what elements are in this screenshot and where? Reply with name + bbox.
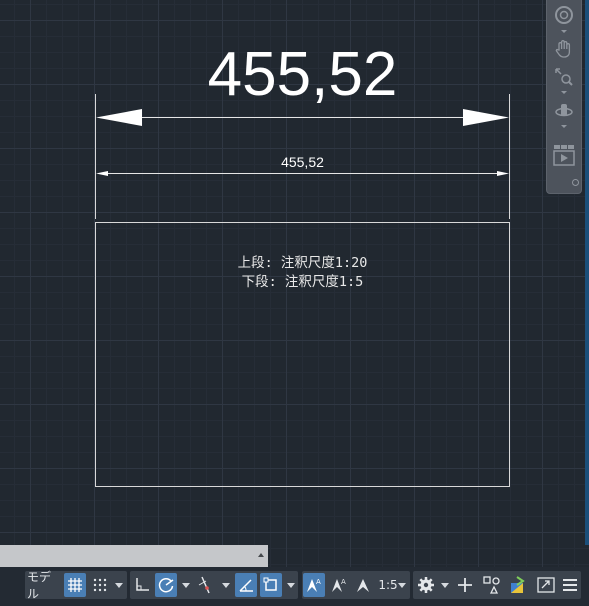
zoom-icon[interactable] [551,65,577,89]
navigation-bar [546,0,582,194]
arrowhead-large-left [96,109,142,126]
dimension-text-small: 455,52 [281,154,324,170]
isodraft-icon[interactable] [194,573,216,597]
arrowhead-small-right [497,171,509,176]
annotation-scale-value[interactable]: 1:5 [377,573,399,597]
viewport-border [585,0,589,545]
auto-scale-icon[interactable]: A [328,573,350,597]
note-line-upper: 上段: 注釈尺度1:20 [237,255,368,271]
annotation-visibility-icon[interactable]: A [303,573,325,597]
isodraft-dropdown-icon[interactable] [222,583,230,588]
command-history-toggle-icon[interactable] [258,553,264,557]
annotation-scale-dropdown-icon[interactable] [398,583,406,588]
svg-text:A: A [341,578,346,586]
arrowhead-small-left [96,171,108,176]
customization-menu-icon[interactable] [559,573,581,597]
orbit-dropdown-icon[interactable] [561,125,567,128]
polar-tracking-icon[interactable] [155,573,177,597]
orbit-icon[interactable] [551,99,577,123]
steering-wheel-dropdown-icon[interactable] [561,30,567,33]
command-line[interactable] [0,545,268,568]
status-bar: モデル A A 1:5 [0,567,589,606]
annotation-monitor-icon[interactable] [454,573,476,597]
hardware-acceleration-icon[interactable] [507,573,531,597]
workspace-dropdown-icon[interactable] [441,583,449,588]
arrowhead-large-right [463,109,509,126]
isolate-objects-icon[interactable] [481,573,503,597]
model-space-button[interactable]: モデル [27,570,61,601]
model-space-canvas[interactable]: 455,52 455,52 上段: 注釈尺度1:20 下段: 注釈尺度1:5 [0,0,589,545]
object-snap-dropdown-icon[interactable] [287,583,295,588]
polar-dropdown-icon[interactable] [182,583,190,588]
steering-wheel-icon[interactable] [551,3,577,27]
pan-hand-icon[interactable] [551,37,577,61]
svg-text:A: A [316,578,321,586]
object-snap-icon[interactable] [260,573,282,597]
snap-mode-icon[interactable] [89,573,111,597]
showmotion-icon[interactable] [551,143,577,167]
navbar-options-icon[interactable] [572,179,579,186]
clean-screen-icon[interactable] [535,573,557,597]
annotation-scale-icon[interactable] [352,573,374,597]
ortho-mode-icon[interactable] [131,573,153,597]
object-snap-tracking-icon[interactable] [235,573,257,597]
workspace-gear-icon[interactable] [415,573,437,597]
snap-dropdown-icon[interactable] [115,583,123,588]
note-line-lower: 下段: 注釈尺度1:5 [241,274,364,290]
dimension-text-large: 455,52 [207,40,398,109]
zoom-dropdown-icon[interactable] [561,91,567,94]
grid-display-icon[interactable] [64,573,86,597]
